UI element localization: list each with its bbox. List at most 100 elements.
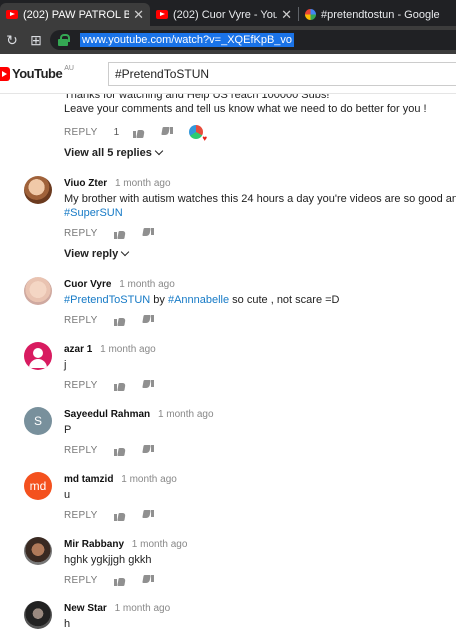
comment-text: u [64,489,71,501]
thumbs-down-icon[interactable] [161,126,174,138]
thumbs-up-icon[interactable] [133,127,145,138]
comment-author[interactable]: Viuo Zter [64,178,107,189]
reply-button[interactable]: REPLY [64,445,98,456]
close-icon[interactable]: ✕ [133,7,144,23]
youtube-logo[interactable]: YouTube AU [0,65,74,81]
thumbs-down-icon[interactable] [142,315,154,326]
reload-icon[interactable]: ↻ [0,32,24,49]
avatar[interactable] [24,537,52,565]
thumbs-down-icon[interactable] [142,380,154,391]
chevron-down-icon [120,247,130,257]
comment-time[interactable]: 1 month ago [100,344,156,355]
avatar[interactable]: S [24,407,52,435]
google-icon [305,9,316,20]
comment-author[interactable]: Mir Rabbany [64,539,124,550]
tab-google-search[interactable]: #pretendtostun - Google [299,3,456,26]
youtube-play-icon [0,66,10,81]
tab-title: (202) PAW PATROL Babies [23,8,130,21]
url-text[interactable]: www.youtube.com/watch?v=_XQEfKpB_vo [80,33,295,47]
avatar[interactable]: md [24,472,52,500]
comment-time[interactable]: 1 month ago [158,409,214,420]
search-input[interactable]: #PretendToSTUN [108,62,456,86]
reply-button[interactable]: REPLY [64,315,98,326]
comment-header: Viuo Zter 1 month ago [64,178,171,189]
thumbs-up-icon[interactable] [113,510,126,521]
tab-paw-patrol[interactable]: (202) PAW PATROL Babies ✕ [0,3,150,26]
avatar[interactable] [24,601,52,629]
view-reply-link[interactable]: View reply [64,247,130,260]
comment-time[interactable]: 1 month ago [121,474,177,485]
address-bar[interactable]: www.youtube.com/watch?v=_XQEfKpB_vo [50,30,456,50]
comment-author[interactable]: azar 1 [64,344,92,355]
comment-actions: REPLY [64,228,170,239]
reply-button[interactable]: REPLY [64,127,98,138]
youtube-header: YouTube AU #PretendToSTUN [0,54,456,94]
comment-time[interactable]: 1 month ago [132,539,188,550]
comment-header: azar 1 1 month ago [64,344,156,355]
comment-text: Thanks for watching and Help US reach 10… [64,94,456,116]
reply-button[interactable]: REPLY [64,510,98,521]
comment-line: Thanks for watching and Help US reach 10… [64,94,330,101]
thumbs-up-icon[interactable] [113,380,126,391]
comment-actions: REPLY [64,445,170,456]
comment-author[interactable]: Sayeedul Rahman [64,409,150,420]
person-icon [29,348,47,368]
comment-text-segment: so cute , not scare =D [229,294,340,306]
comment-author[interactable]: md tamzid [64,474,113,485]
avatar[interactable] [24,176,52,204]
chevron-down-icon [154,146,164,156]
comment-actions: REPLY [64,575,170,586]
tab-title: #pretendtostun - Google [321,8,440,21]
thumbs-up-icon[interactable] [113,315,126,326]
comment-header: Mir Rabbany 1 month ago [64,539,187,550]
apps-grid-icon[interactable]: ⊞ [24,32,48,49]
thumbs-up-icon[interactable] [113,575,126,586]
hashtag-link[interactable]: #Annnabelle [168,294,229,306]
view-all-replies-link[interactable]: View all 5 replies [64,146,164,159]
thumbs-up-icon[interactable] [113,228,126,239]
comment-actions: REPLY [64,380,170,391]
comment-header: Cuor Vyre 1 month ago [64,279,175,290]
avatar[interactable] [24,342,52,370]
comment-text: #PretendToSTUN by #Annnabelle so cute , … [64,293,456,307]
youtube-icon [156,10,168,19]
thumbs-down-icon[interactable] [142,510,154,521]
comment-text: h [64,618,71,630]
like-count: 1 [113,126,120,138]
comment-time[interactable]: 1 month ago [119,279,175,290]
avatar[interactable] [24,277,52,305]
comment-line: My brother with autism watches this 24 h… [64,193,456,205]
reply-button[interactable]: REPLY [64,380,98,391]
comment-time[interactable]: 1 month ago [115,603,171,614]
browser-toolbar: ↻ ⊞ www.youtube.com/watch?v=_XQEfKpB_vo [0,26,456,54]
comment-header: Sayeedul Rahman 1 month ago [64,409,214,420]
comment-text: My brother with autism watches this 24 h… [64,192,456,220]
thumbs-down-icon[interactable] [142,575,154,586]
tab-cuor-vyre[interactable]: (202) Cuor Vyre - YouTube ✕ [150,3,298,26]
hashtag-link[interactable]: #PretendToSTUN [64,294,150,306]
hashtag-link[interactable]: #SuperSUN [64,206,456,220]
comment-actions: REPLY [64,510,170,521]
comment-text: P [64,424,72,436]
youtube-icon [6,10,18,19]
thumbs-down-icon[interactable] [142,228,154,239]
close-icon[interactable]: ✕ [281,7,292,23]
lock-icon [58,34,70,46]
comment-author[interactable]: New Star [64,603,107,614]
creator-heart-icon [189,125,207,143]
reply-button[interactable]: REPLY [64,228,98,239]
comment-author[interactable]: Cuor Vyre [64,279,111,290]
comment-time[interactable]: 1 month ago [115,178,171,189]
reply-button[interactable]: REPLY [64,575,98,586]
comment-header: New Star 1 month ago [64,603,170,614]
thumbs-up-icon[interactable] [113,445,126,456]
view-replies-label: View all 5 replies [64,147,152,159]
view-reply-label: View reply [64,248,119,260]
browser-tab-strip: (202) PAW PATROL Babies ✕ (202) Cuor Vyr… [0,0,456,26]
comment-actions: REPLY 1 [64,125,207,143]
comment-text-segment: by [150,294,168,306]
thumbs-down-icon[interactable] [142,445,154,456]
comment-text: hghk ygkjjgh gkkh [64,554,152,566]
comment-line: Leave your comments and tell us know wha… [64,103,427,115]
region-code: AU [64,65,74,72]
